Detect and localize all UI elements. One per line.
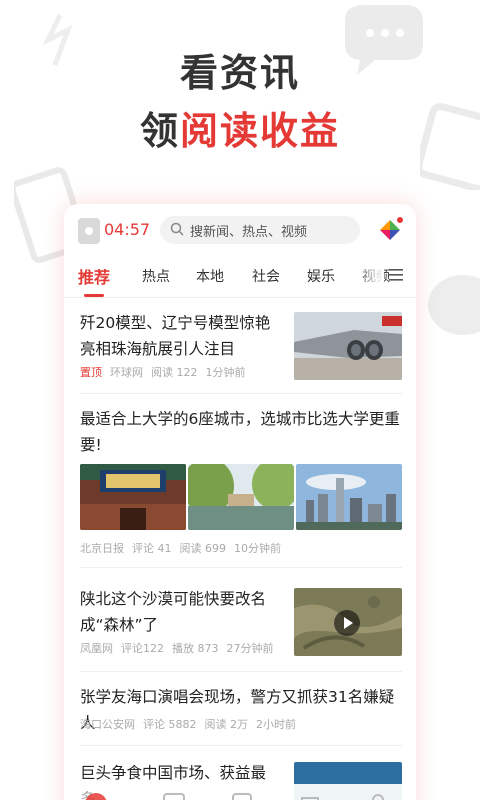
tab-recommend[interactable]: 推荐 <box>78 264 110 288</box>
top-bar: 04:57 搜新闻、热点、视频 <box>64 204 416 256</box>
article-comments: 评论122 <box>121 642 164 655</box>
article-meta: 置顶 环球网 阅读 122 1分钟前 <box>80 364 254 380</box>
money-bag-icon <box>428 275 480 335</box>
article-image-3 <box>296 464 402 530</box>
category-tabs: 推荐 热点 本地 社会 娱乐 视频 <box>64 256 416 298</box>
tab-fade <box>354 256 384 296</box>
article-title: 陕北这个沙漠可能快要改名成“森林”了 <box>80 590 267 634</box>
profile-tab-icon[interactable] <box>364 790 392 800</box>
article-source: 北京日报 <box>80 542 124 555</box>
article-meta: 海口公安网 评论 5882 阅读 2万 2小时前 <box>80 716 304 732</box>
article-title: 最适合上大学的6座城市，选城市比选大学更重要! <box>80 410 400 454</box>
article-time: 1分钟前 <box>205 366 246 379</box>
article-reads: 阅读 122 <box>151 366 198 379</box>
list-item[interactable]: 最适合上大学的6座城市，选城市比选大学更重要! 北京日报 评论 41 阅读 69… <box>80 404 402 568</box>
article-image-1 <box>80 464 186 530</box>
message-tab-icon[interactable] <box>296 790 324 800</box>
article-plays: 播放 873 <box>172 642 219 655</box>
clock-time: 04:57 <box>104 220 151 239</box>
tab-local[interactable]: 本地 <box>196 266 224 286</box>
promo-line-2: 领阅读收益 <box>0 100 480 155</box>
article-source: 海口公安网 <box>80 718 135 731</box>
list-item[interactable]: 陕北这个沙漠可能快要改名成“森林”了 凤凰网 评论122 播放 873 27分钟前 <box>80 580 402 672</box>
list-item[interactable]: 张学友海口演唱会现场，警方又抓获31名嫌疑人 海口公安网 评论 5882 阅读 2万… <box>80 682 402 746</box>
article-title: 歼20模型、辽宁号模型惊艳亮相珠海航展引人注目 <box>80 314 271 358</box>
tab-society[interactable]: 社会 <box>252 266 280 286</box>
phone-mockup: 04:57 搜新闻、热点、视频 推荐 热点 本地 社会 娱乐 视频 <box>64 204 416 800</box>
menu-icon[interactable] <box>389 268 403 282</box>
search-input[interactable]: 搜新闻、热点、视频 <box>160 216 360 244</box>
article-comments: 评论 5882 <box>143 718 197 731</box>
article-reads: 阅读 699 <box>179 542 227 555</box>
article-meta: 凤凰网 评论122 播放 873 27分钟前 <box>80 640 282 656</box>
search-placeholder: 搜新闻、热点、视频 <box>190 225 308 240</box>
list-item[interactable]: 歼20模型、辽宁号模型惊艳亮相珠海航展引人注目 置顶 环球网 阅读 122 1分钟前 <box>80 310 402 394</box>
article-image-2 <box>188 464 294 530</box>
play-icon[interactable] <box>334 610 360 636</box>
article-time: 10分钟前 <box>234 542 281 555</box>
article-time: 2小时前 <box>256 718 296 731</box>
promo-line-2-prefix: 领 <box>139 109 180 153</box>
app-logo-icon[interactable] <box>376 216 404 244</box>
promo-line-2-accent: 阅读收益 <box>180 109 341 153</box>
video-thumbnail[interactable] <box>294 588 402 656</box>
article-time: 27分钟前 <box>226 642 274 655</box>
home-icon[interactable] <box>82 790 110 800</box>
task-tab-icon[interactable] <box>228 790 256 800</box>
article-reads: 阅读 2万 <box>204 718 249 731</box>
promo-line-1: 看资讯 <box>179 51 300 95</box>
article-source: 环球网 <box>110 366 143 379</box>
video-tab-icon[interactable] <box>160 790 188 800</box>
tab-entertainment[interactable]: 娱乐 <box>307 266 335 286</box>
search-icon <box>170 222 184 236</box>
tab-hot[interactable]: 热点 <box>142 266 170 286</box>
article-meta: 北京日报 评论 41 阅读 699 10分钟前 <box>80 540 289 556</box>
avatar[interactable] <box>78 218 100 244</box>
active-tab-indicator <box>84 294 104 297</box>
pinned-badge: 置顶 <box>80 366 102 379</box>
article-thumbnail <box>294 312 402 380</box>
article-comments: 评论 41 <box>132 542 172 555</box>
article-source: 凤凰网 <box>80 642 113 655</box>
bottom-nav-bar <box>64 784 416 800</box>
